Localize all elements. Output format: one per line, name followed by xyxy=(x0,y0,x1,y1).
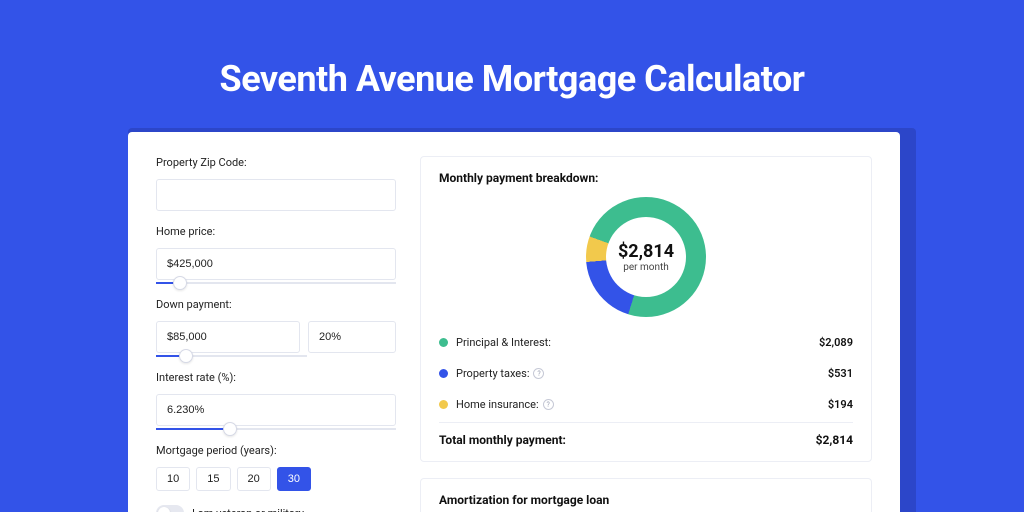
results-column: Monthly payment breakdown: $2,814 per mo… xyxy=(420,156,872,512)
total-row: Total monthly payment: $2,814 xyxy=(439,422,853,447)
help-icon[interactable]: ? xyxy=(543,399,554,410)
down-payment-amount-input[interactable] xyxy=(156,321,300,353)
donut-center: $2,814 per month xyxy=(586,241,706,273)
interest-rate-label: Interest rate (%): xyxy=(156,371,396,384)
period-option-10[interactable]: 10 xyxy=(156,467,190,491)
donut-chart: $2,814 per month xyxy=(586,197,706,317)
slider-thumb[interactable] xyxy=(179,349,193,363)
calculator-card: Property Zip Code: Home price: Down paym… xyxy=(128,132,900,512)
legend-label: Principal & Interest: xyxy=(456,336,819,349)
legend-value: $194 xyxy=(828,398,853,411)
amortization-title: Amortization for mortgage loan xyxy=(439,493,853,507)
home-price-label: Home price: xyxy=(156,225,396,238)
yellow-dot-icon xyxy=(439,400,448,409)
breakdown-title: Monthly payment breakdown: xyxy=(439,171,853,185)
donut-chart-wrap: $2,814 per month xyxy=(439,191,853,327)
down-payment-slider[interactable] xyxy=(156,355,307,357)
donut-total: $2,814 xyxy=(586,241,706,262)
blue-dot-icon xyxy=(439,369,448,378)
legend-label-text: Home insurance: xyxy=(456,398,539,411)
legend-label: Property taxes:? xyxy=(456,367,828,380)
total-label: Total monthly payment: xyxy=(439,433,566,447)
mortgage-period-field-group: Mortgage period (years): 10 15 20 30 xyxy=(156,444,396,491)
legend: Principal & Interest: $2,089 Property taxe… xyxy=(439,327,853,420)
slider-fill xyxy=(156,428,230,430)
interest-rate-field-group: Interest rate (%): xyxy=(156,371,396,430)
down-payment-field-group: Down payment: xyxy=(156,298,396,357)
veteran-toggle-row: I am veteran or military xyxy=(156,505,396,512)
amortization-panel: Amortization for mortgage loan Amortizat… xyxy=(420,478,872,512)
page-title: Seventh Avenue Mortgage Calculator xyxy=(0,0,1024,100)
slider-thumb[interactable] xyxy=(173,276,187,290)
breakdown-panel: Monthly payment breakdown: $2,814 per mo… xyxy=(420,156,872,462)
home-price-slider[interactable] xyxy=(156,282,396,284)
help-icon[interactable]: ? xyxy=(533,368,544,379)
legend-label-text: Property taxes: xyxy=(456,367,529,380)
legend-row: Property taxes:?$531 xyxy=(439,358,853,389)
slider-thumb[interactable] xyxy=(223,422,237,436)
veteran-toggle[interactable] xyxy=(156,505,184,512)
interest-rate-slider[interactable] xyxy=(156,428,396,430)
down-payment-percent-input[interactable] xyxy=(308,321,396,353)
zip-field-group: Property Zip Code: xyxy=(156,156,396,211)
legend-label: Home insurance:? xyxy=(456,398,828,411)
legend-value: $531 xyxy=(828,367,853,380)
home-price-field-group: Home price: xyxy=(156,225,396,284)
period-option-15[interactable]: 15 xyxy=(196,467,230,491)
legend-label-text: Principal & Interest: xyxy=(456,336,551,349)
period-option-20[interactable]: 20 xyxy=(237,467,271,491)
total-value: $2,814 xyxy=(816,433,853,447)
legend-value: $2,089 xyxy=(819,336,853,349)
down-payment-label: Down payment: xyxy=(156,298,396,311)
home-price-input[interactable] xyxy=(156,248,396,280)
interest-rate-input[interactable] xyxy=(156,394,396,426)
zip-label: Property Zip Code: xyxy=(156,156,396,169)
green-dot-icon xyxy=(439,338,448,347)
period-option-30[interactable]: 30 xyxy=(277,467,311,491)
legend-row: Principal & Interest: $2,089 xyxy=(439,327,853,358)
veteran-toggle-label: I am veteran or military xyxy=(192,507,304,512)
donut-subtitle: per month xyxy=(586,262,706,273)
zip-input[interactable] xyxy=(156,179,396,211)
legend-row: Home insurance:?$194 xyxy=(439,389,853,420)
mortgage-period-options: 10 15 20 30 xyxy=(156,467,396,491)
mortgage-period-label: Mortgage period (years): xyxy=(156,444,396,457)
inputs-column: Property Zip Code: Home price: Down paym… xyxy=(156,156,396,512)
